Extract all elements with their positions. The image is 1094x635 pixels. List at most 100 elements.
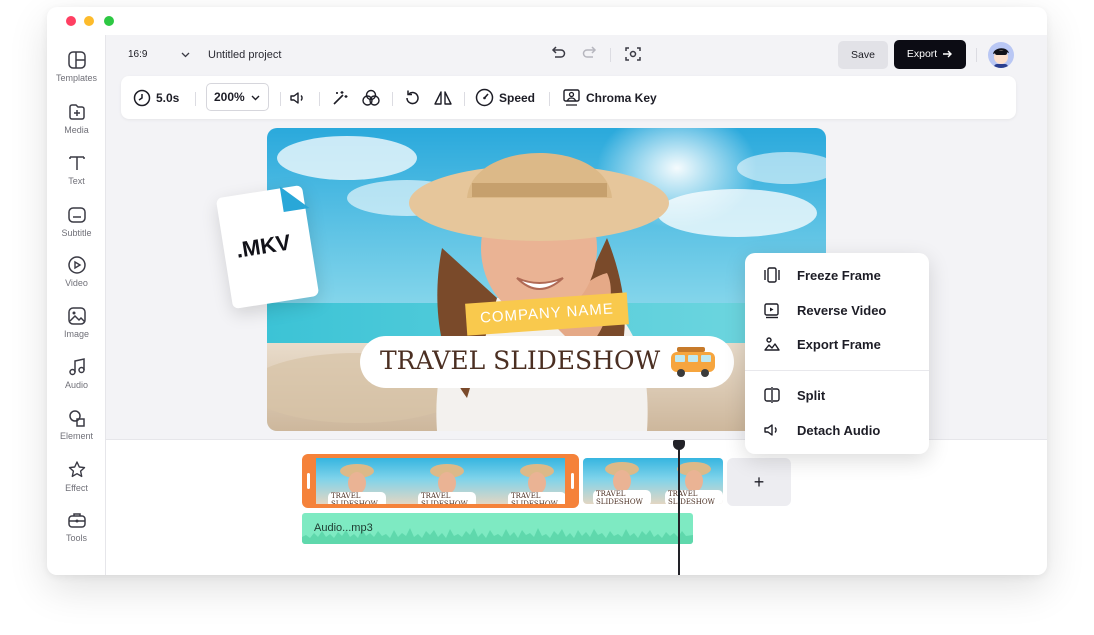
menu-item-detach-audio[interactable]: Detach Audio	[745, 415, 929, 445]
duration-value: 5.0s	[156, 90, 180, 105]
menu-item-label: Reverse Video	[797, 303, 887, 318]
sidebar-item-templates[interactable]: Templates	[47, 50, 106, 94]
reverse-video-icon	[764, 303, 779, 319]
plus-icon: +	[753, 472, 765, 492]
top-bar: 16:9 Untitled project Save Export	[106, 35, 1047, 75]
clip-context-menu: Freeze Frame Reverse Video Export Frame …	[745, 253, 929, 454]
divider	[549, 92, 550, 106]
divider	[280, 92, 281, 106]
file-extension-label: .MKV	[234, 229, 293, 263]
editor-window: Templates Media Text Subtitle Video Imag…	[47, 7, 1047, 575]
menu-item-export-frame[interactable]: Export Frame	[745, 329, 929, 359]
sidebar-item-image[interactable]: Image	[47, 306, 106, 350]
sidebar-item-label: Templates	[55, 73, 98, 83]
split-icon	[764, 387, 780, 403]
sidebar-item-video[interactable]: Video	[47, 255, 106, 299]
redo-icon[interactable]	[581, 45, 599, 63]
sidebar-item-subtitle[interactable]: Subtitle	[47, 205, 106, 249]
divider	[976, 48, 977, 62]
video-preview[interactable]: COMPANY NAME TRAVEL SLIDESHOW	[267, 128, 826, 431]
templates-icon	[67, 51, 86, 69]
menu-item-label: Export Frame	[797, 337, 881, 352]
aspect-ratio-select[interactable]: 16:9	[128, 49, 147, 60]
clock-icon	[133, 89, 151, 106]
volume-icon	[290, 91, 303, 104]
menu-item-label: Freeze Frame	[797, 268, 881, 283]
video-clip[interactable]: TRAVEL SLIDESHOW TRAVEL SLIDESHOW	[583, 458, 723, 504]
audio-track-label: Audio...mp3	[314, 522, 373, 534]
divider	[610, 48, 611, 62]
chroma-key-button[interactable]: Chroma Key	[562, 76, 657, 119]
avatar[interactable]	[988, 42, 1014, 68]
sidebar-item-element[interactable]: Element	[47, 408, 106, 452]
headline-text: TRAVEL SLIDESHOW	[380, 346, 661, 375]
timeline[interactable]: TRAVEL SLIDESHOW TRAVEL SLIDESHOW TRAVEL…	[106, 439, 1047, 575]
sidebar-item-label: Element	[59, 431, 94, 441]
playhead-handle[interactable]	[673, 440, 685, 450]
speed-label: Speed	[499, 90, 536, 105]
sidebar: Templates Media Text Subtitle Video Imag…	[47, 35, 106, 575]
rotate-button[interactable]	[403, 76, 421, 119]
detach-audio-icon	[764, 424, 777, 436]
element-icon	[68, 410, 85, 427]
zoom-select[interactable]: 200%	[206, 83, 269, 111]
undo-icon[interactable]	[549, 45, 567, 63]
add-clip-button[interactable]: +	[727, 458, 791, 506]
user-avatar-icon	[993, 48, 1009, 68]
sidebar-item-label: Audio	[64, 380, 89, 390]
magic-button[interactable]	[331, 76, 349, 119]
headline-banner[interactable]: TRAVEL SLIDESHOW	[360, 336, 734, 388]
minimize-window-button[interactable]	[84, 16, 94, 26]
flip-icon	[434, 90, 452, 105]
sidebar-item-label: Tools	[65, 533, 87, 543]
video-clip-selected[interactable]: TRAVEL SLIDESHOW TRAVEL SLIDESHOW TRAVEL…	[302, 454, 579, 508]
menu-item-freeze-frame[interactable]: Freeze Frame	[745, 260, 929, 290]
export-button[interactable]: Export	[894, 40, 966, 69]
sidebar-item-effect[interactable]: Effect	[47, 460, 106, 504]
camper-van-icon	[671, 347, 715, 377]
sidebar-item-label: Effect	[65, 483, 88, 493]
sidebar-item-media[interactable]: Media	[47, 102, 106, 146]
clip-title: TRAVEL SLIDESHOW	[508, 492, 565, 504]
image-icon	[67, 307, 86, 325]
clip-title: TRAVEL SLIDESHOW	[593, 490, 651, 504]
media-icon	[68, 104, 85, 120]
menu-item-split[interactable]: Split	[745, 380, 929, 410]
sidebar-item-label: Video	[65, 278, 88, 288]
file-corner-fold-icon	[279, 186, 310, 213]
playhead[interactable]	[673, 440, 685, 575]
clip-thumb: TRAVEL SLIDESHOW	[326, 464, 386, 504]
title-bar	[47, 7, 1047, 35]
sidebar-item-audio[interactable]: Audio	[47, 357, 106, 401]
sidebar-item-text[interactable]: Text	[47, 153, 106, 197]
flip-button[interactable]	[433, 76, 453, 119]
sidebar-item-label: Image	[63, 329, 89, 339]
chevron-down-icon[interactable]	[181, 52, 190, 58]
volume-button[interactable]	[289, 76, 307, 119]
duration-control[interactable]: 5.0s	[133, 76, 179, 119]
text-icon	[68, 156, 85, 170]
sidebar-item-tools[interactable]: Tools	[47, 510, 106, 554]
clip-handle-right[interactable]	[571, 473, 574, 489]
clip-handle-left[interactable]	[307, 473, 310, 489]
speed-button[interactable]: Speed	[475, 76, 535, 119]
video-icon	[67, 256, 86, 274]
save-button[interactable]: Save	[838, 41, 888, 69]
zoom-value: 200%	[214, 90, 245, 104]
filters-button[interactable]	[361, 76, 381, 119]
screenshot-icon[interactable]	[624, 45, 642, 63]
clip-title: TRAVEL SLIDESHOW	[328, 492, 386, 504]
effect-icon	[68, 461, 85, 478]
clip-thumb: TRAVEL SLIDESHOW	[591, 462, 651, 504]
menu-item-reverse-video[interactable]: Reverse Video	[745, 295, 929, 325]
audio-track[interactable]: Audio...mp3	[302, 513, 693, 544]
project-name-input[interactable]: Untitled project	[208, 49, 281, 61]
close-window-button[interactable]	[66, 16, 76, 26]
clip-thumb: TRAVEL SLIDESHOW	[416, 464, 476, 504]
rotate-icon	[406, 90, 419, 104]
divider	[464, 92, 465, 106]
maximize-window-button[interactable]	[104, 16, 114, 26]
clip-title: TRAVEL SLIDESHOW	[418, 492, 476, 504]
audio-icon	[68, 358, 85, 376]
tools-icon	[67, 513, 86, 528]
